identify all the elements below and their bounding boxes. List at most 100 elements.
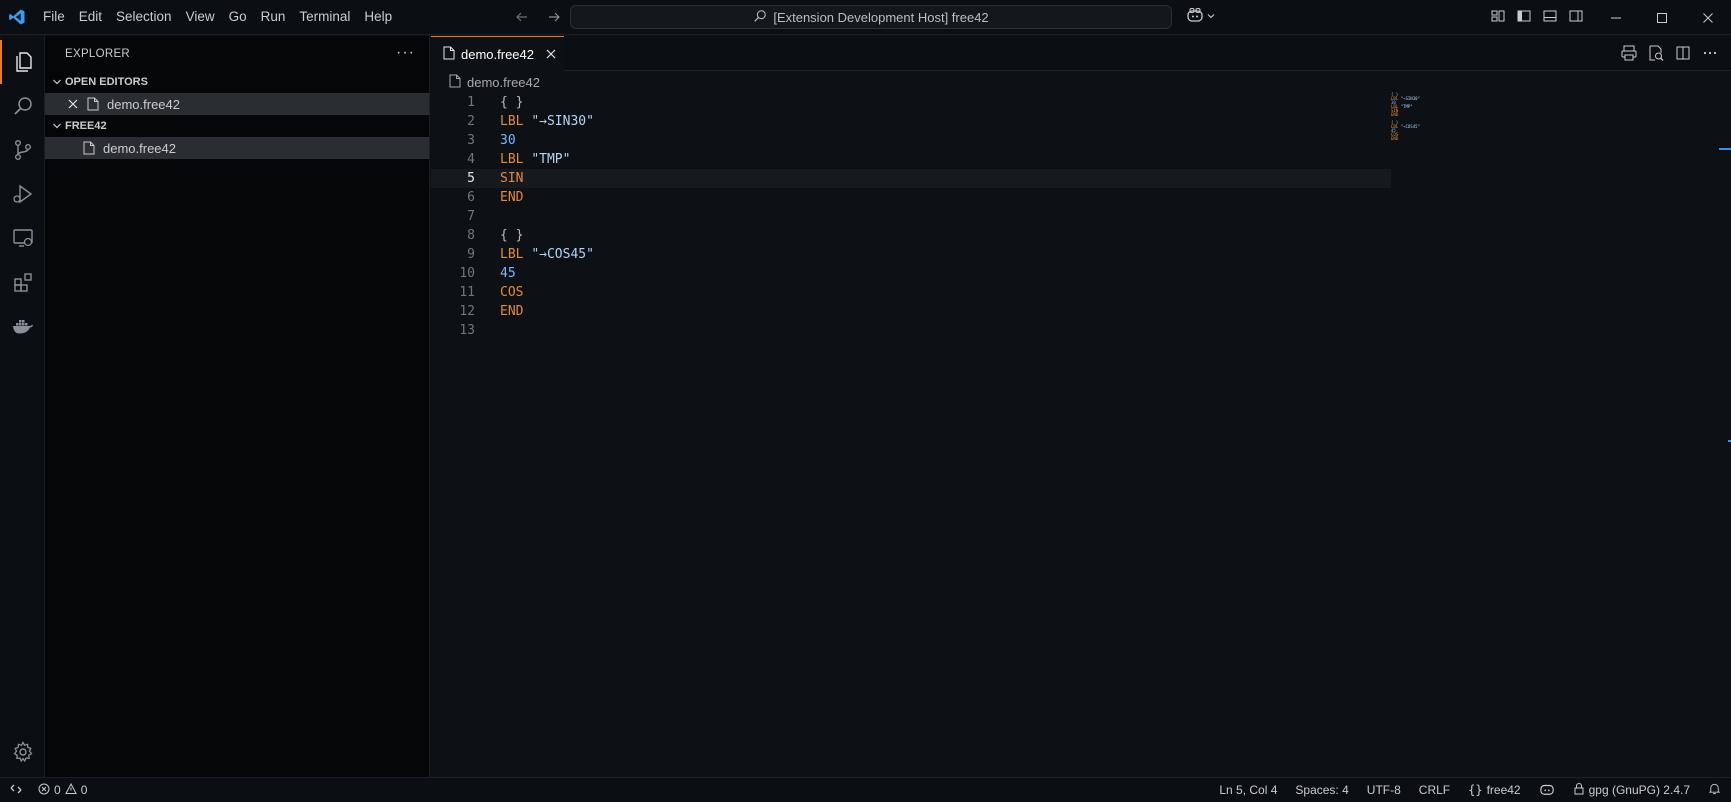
code-token: SIN <box>500 171 524 186</box>
more-actions-icon[interactable]: ··· <box>396 44 415 62</box>
source-control-icon[interactable] <box>0 128 45 172</box>
chevron-down-icon <box>1206 9 1216 24</box>
cursor-position[interactable]: Ln 5, Col 4 <box>1219 783 1277 797</box>
remote-indicator[interactable] <box>0 778 32 802</box>
split-editor-icon[interactable] <box>1674 44 1692 65</box>
line-source: LBL "→COS45" <box>475 245 594 264</box>
extensions-icon[interactable] <box>0 260 45 304</box>
code-token: LBL <box>500 152 524 167</box>
navigation-arrows <box>512 7 564 27</box>
menu-terminal[interactable]: Terminal <box>292 5 357 29</box>
code-line[interactable]: 6 END <box>431 188 1391 207</box>
gear-icon[interactable] <box>0 730 45 774</box>
line-number: 4 <box>467 152 475 167</box>
code-token: END <box>500 190 524 205</box>
explorer-icon[interactable] <box>0 40 45 84</box>
code-line[interactable]: 3 30 <box>431 131 1391 150</box>
customize-layout-icon[interactable] <box>1490 8 1506 27</box>
line-source: END <box>475 188 523 207</box>
code-token: COS <box>500 285 524 300</box>
close-tab-icon[interactable] <box>546 49 556 59</box>
code-line[interactable]: 2 LBL "→SIN30" <box>431 112 1391 131</box>
code-token: END <box>500 304 524 319</box>
folder-free42-header[interactable]: FREE42 <box>45 115 429 137</box>
problems-indicator[interactable]: 0 0 <box>38 782 87 798</box>
minimize-icon[interactable] <box>1593 0 1639 35</box>
layout-controls <box>1490 8 1584 27</box>
error-icon <box>38 783 50 798</box>
error-count: 0 <box>54 783 61 797</box>
remote-explorer-icon[interactable] <box>0 216 45 260</box>
breadcrumb-file[interactable]: demo.free42 <box>467 75 540 90</box>
code-line[interactable]: 5 SIN <box>431 169 1391 188</box>
open-editor-name: demo.free42 <box>107 96 180 112</box>
toggle-primary-sidebar-icon[interactable] <box>1516 8 1532 27</box>
menu-view[interactable]: View <box>179 5 222 29</box>
copilot-button[interactable] <box>1186 7 1216 26</box>
file-encoding[interactable]: UTF-8 <box>1367 783 1401 797</box>
activity-bar <box>0 36 45 777</box>
search-view-icon[interactable] <box>0 84 45 128</box>
code-line[interactable]: 10 45 <box>431 264 1391 283</box>
copilot-status[interactable] <box>1539 782 1555 799</box>
line-source: { } <box>475 226 523 245</box>
menu-file[interactable]: File <box>36 5 72 29</box>
menu-selection[interactable]: Selection <box>109 5 179 29</box>
code-line[interactable]: 4 LBL "TMP" <box>431 150 1391 169</box>
file-tree-name: demo.free42 <box>103 140 176 156</box>
open-preview-icon[interactable] <box>1647 44 1665 65</box>
run-debug-icon[interactable] <box>0 172 45 216</box>
notifications[interactable] <box>1708 782 1721 798</box>
close-editor-icon[interactable] <box>65 99 81 109</box>
lock-icon <box>1573 782 1585 798</box>
code-line[interactable]: 8 { } <box>431 226 1391 245</box>
status-bar: 0 0 Ln 5, Col 4 Spaces: 4 UTF-8 CRLF {} … <box>0 777 1731 802</box>
code-line[interactable]: 7 <box>431 207 1391 226</box>
menu-help[interactable]: Help <box>357 5 399 29</box>
open-editors-label: OPEN EDITORS <box>65 76 148 88</box>
file-icon <box>81 140 97 156</box>
code-token: { } <box>500 95 524 110</box>
more-editor-actions-icon[interactable] <box>1701 44 1719 65</box>
menu-go[interactable]: Go <box>222 5 254 29</box>
forward-arrow-icon[interactable] <box>544 7 564 27</box>
code-line[interactable]: 13 <box>431 321 1391 340</box>
toggle-panel-icon[interactable] <box>1542 8 1558 27</box>
gpg-status[interactable]: gpg (GnuPG) 2.4.7 <box>1573 782 1690 798</box>
line-number: 13 <box>459 323 475 338</box>
code-line[interactable]: 1 { } <box>431 93 1391 112</box>
editor-actions <box>1620 44 1719 65</box>
open-editors-header[interactable]: OPEN EDITORS <box>45 71 429 93</box>
code-line[interactable]: 9 LBL "→COS45" <box>431 245 1391 264</box>
back-arrow-icon[interactable] <box>512 7 532 27</box>
file-icon <box>443 46 455 63</box>
breadcrumb: demo.free42 <box>431 71 1731 93</box>
file-tree-item[interactable]: demo.free42 <box>45 137 429 159</box>
code-line[interactable]: 12 END <box>431 302 1391 321</box>
code-token: LBL <box>500 114 524 129</box>
command-center[interactable]: [Extension Development Host] free42 <box>570 5 1172 29</box>
code-token: "TMP" <box>531 152 571 167</box>
docker-icon[interactable] <box>0 304 45 348</box>
code-editor[interactable]: 1{ } 2 LBL "→SIN30" 3 30 4 LBL "TMP" 5 SIN 6 END 7 8… <box>431 93 1391 340</box>
indentation[interactable]: Spaces: 4 <box>1295 783 1348 797</box>
line-number: 10 <box>459 266 475 281</box>
menu-edit[interactable]: Edit <box>72 5 109 29</box>
print-icon[interactable] <box>1620 44 1638 65</box>
menu-run[interactable]: Run <box>254 5 293 29</box>
maximize-icon[interactable] <box>1639 0 1685 35</box>
code-token: "→SIN30" <box>531 114 594 129</box>
copilot-icon <box>1539 782 1555 799</box>
minimap[interactable]: { } LBL "→SIN30" 30 LBL "TMP" SIN END{ } LBL "… <box>1391 93 1501 183</box>
language-mode[interactable]: {} free42 <box>1468 783 1520 797</box>
code-line[interactable]: 11 COS <box>431 283 1391 302</box>
end-of-line[interactable]: CRLF <box>1419 783 1450 797</box>
language-label: free42 <box>1486 783 1521 797</box>
line-source: 30 <box>475 131 516 150</box>
tab-demo-free42[interactable]: demo.free42 <box>431 36 564 71</box>
line-number: 3 <box>467 133 475 148</box>
line-source: END <box>475 302 523 321</box>
toggle-secondary-sidebar-icon[interactable] <box>1568 8 1584 27</box>
open-editor-item[interactable]: demo.free42 <box>45 93 429 115</box>
close-window-icon[interactable] <box>1685 0 1731 35</box>
